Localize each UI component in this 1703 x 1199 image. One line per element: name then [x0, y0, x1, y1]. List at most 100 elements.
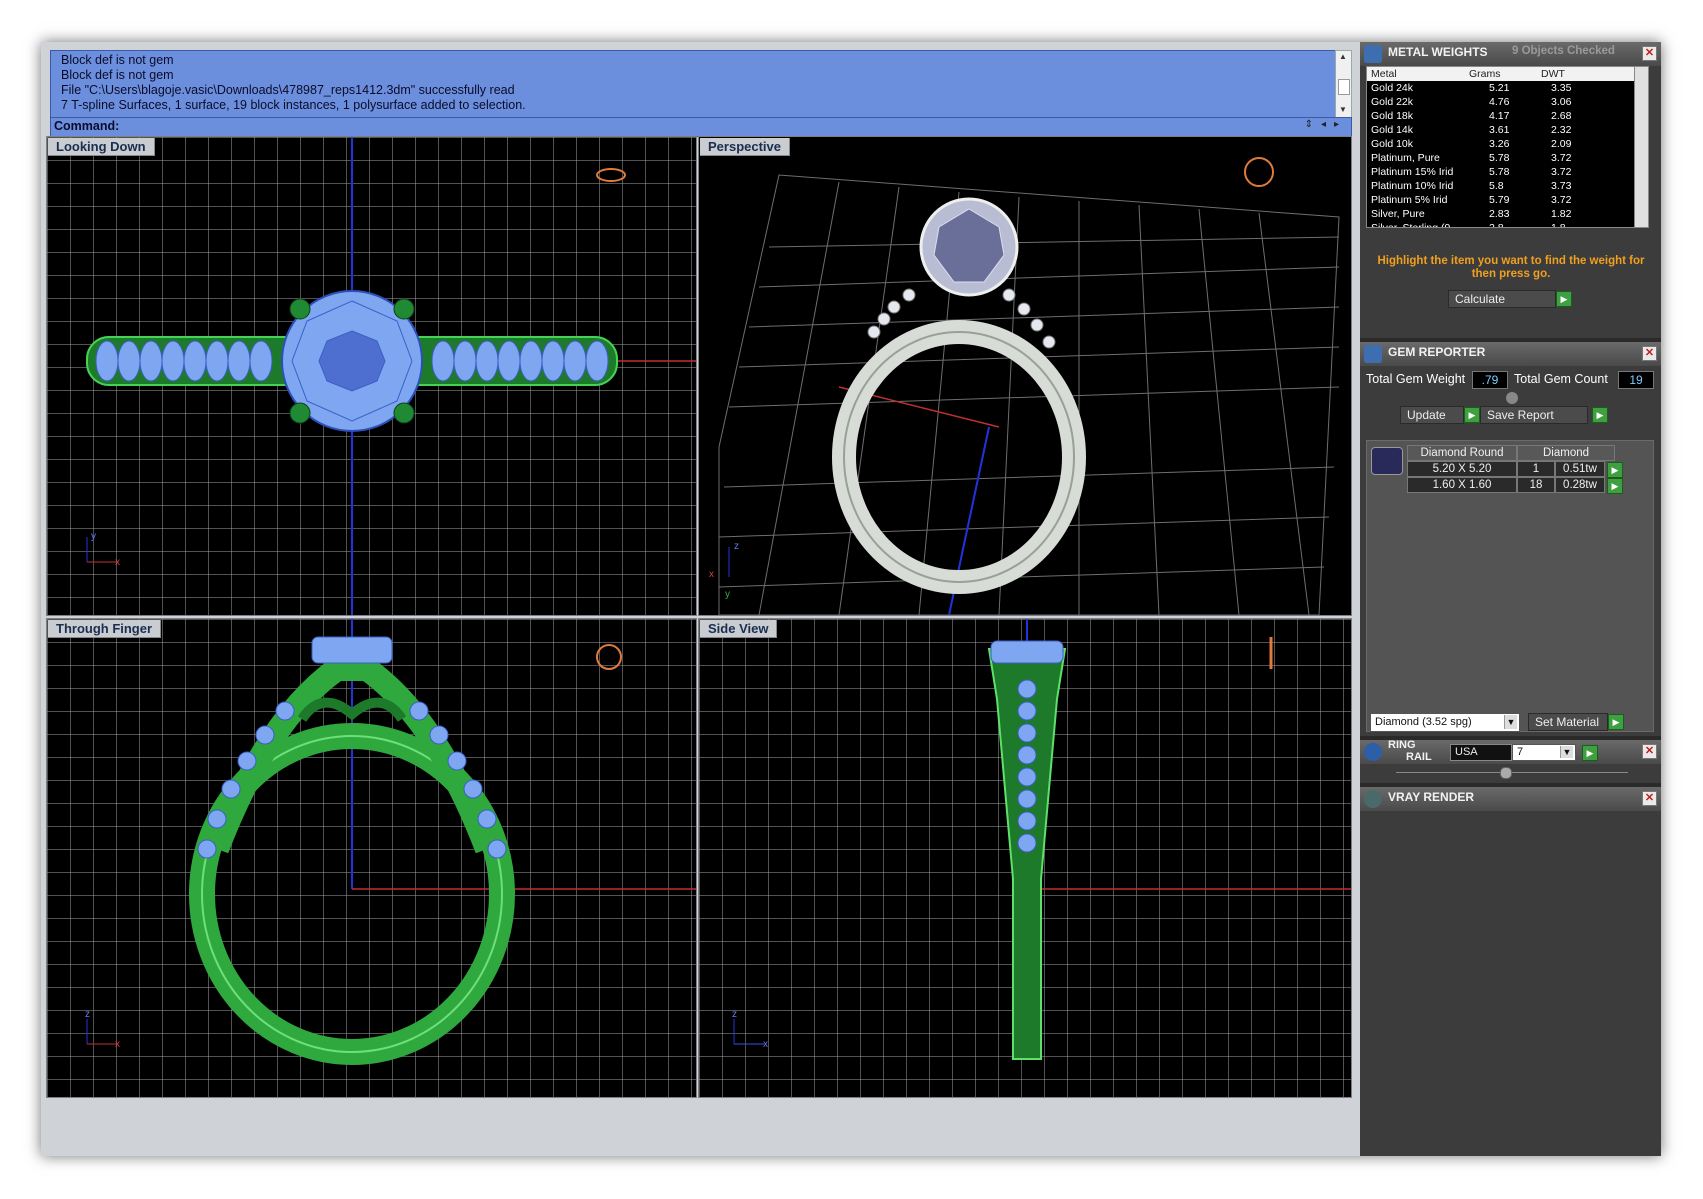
chevron-down-icon[interactable]: ▼ — [1560, 746, 1573, 758]
scroll-down-icon[interactable]: ▼ — [1339, 105, 1347, 114]
history-line: Block def is not gem — [61, 53, 174, 67]
table-row[interactable]: Platinum, Pure 5.78 3.72 — [1367, 151, 1635, 165]
chevron-down-icon[interactable]: ▼ — [1504, 715, 1517, 729]
ring-shank-render — [832, 320, 1086, 594]
table-cell-grams: 5.8 — [1489, 180, 1504, 192]
close-icon[interactable]: ✕ — [1642, 744, 1657, 759]
table-cell-metal: Platinum 5% Irid — [1371, 194, 1448, 206]
gem-row-go-button[interactable]: ▶ — [1607, 462, 1623, 478]
viewport-perspective[interactable]: Perspective z x y — [698, 136, 1352, 616]
viewport-side-view[interactable]: Side View z x — [698, 618, 1352, 1098]
table-cell-grams: 5.78 — [1489, 166, 1510, 178]
material-select[interactable]: Diamond (3.52 spg) ▼ — [1370, 713, 1520, 732]
scroll-thumb[interactable] — [1338, 79, 1350, 95]
table-row[interactable]: Gold 24k 5.21 3.35 — [1367, 81, 1635, 95]
update-dropdown[interactable]: Update — [1400, 406, 1464, 424]
table-cell-metal: Gold 24k — [1371, 82, 1414, 94]
table-cell-grams: 4.17 — [1489, 110, 1510, 122]
table-row[interactable]: Silver, Sterling (9... 2.8 1.8 — [1367, 221, 1635, 228]
calculate-dropdown[interactable]: Calculate — [1448, 290, 1556, 308]
command-input[interactable]: Command: ⇕◂▸ — [50, 117, 1352, 137]
vray-render-title: VRAY RENDER — [1388, 790, 1475, 804]
table-row[interactable]: Platinum 10% Irid 5.8 3.73 — [1367, 179, 1635, 193]
ring-rail-go-button[interactable]: ▶ — [1582, 745, 1598, 761]
axis-label: y — [91, 531, 96, 542]
table-cell-grams: 5.78 — [1489, 152, 1510, 164]
viewport-title[interactable]: Looking Down — [48, 138, 155, 156]
gem-cell-count[interactable]: 1 — [1517, 461, 1555, 477]
viewport-looking-down[interactable]: Looking Down y x — [46, 136, 697, 616]
viewport-title[interactable]: Perspective — [700, 138, 790, 156]
gem-cell-weight[interactable]: 0.28tw — [1555, 477, 1605, 493]
table-cell-metal: Gold 18k — [1371, 110, 1414, 122]
command-nav-icons[interactable]: ⇕◂▸ — [1305, 119, 1347, 130]
ring-rail-slider-handle[interactable] — [1500, 767, 1512, 779]
metal-weights-header[interactable]: METAL WEIGHTS 9 Objects Checked ✕ — [1360, 42, 1661, 66]
vray-icon — [1364, 790, 1382, 808]
gem-cell-size[interactable]: 5.20 X 5.20 — [1407, 461, 1517, 477]
set-material-button[interactable]: Set Material — [1528, 713, 1608, 731]
metal-weights-table[interactable]: Metal Grams DWT Gold 24k 5.21 3.35 Gold 22k… — [1366, 66, 1636, 228]
total-gem-weight-label: Total Gem Weight — [1366, 372, 1466, 386]
ring-rail-title: RING — [1388, 739, 1416, 751]
gem-cell-weight[interactable]: 0.51tw — [1555, 461, 1605, 477]
axis-label: x — [115, 557, 120, 568]
scroll-up-icon[interactable]: ▲ — [1339, 52, 1347, 61]
update-go-button[interactable]: ▶ — [1464, 407, 1480, 423]
view-orientation-icon — [596, 168, 626, 182]
objects-checked-status: 9 Objects Checked — [1512, 45, 1615, 57]
gem-row-go-button[interactable]: ▶ — [1607, 478, 1623, 494]
table-row[interactable]: Platinum 15% Irid 5.78 3.72 — [1367, 165, 1635, 179]
ring-region-select[interactable]: USA — [1450, 744, 1512, 761]
table-cell-metal: Gold 10k — [1371, 138, 1414, 150]
table-cell-dwt: 3.72 — [1551, 166, 1572, 178]
save-report-dropdown[interactable]: Save Report — [1480, 406, 1588, 424]
ring-rail-header[interactable]: RING RAIL USA 7 ▼ ▶ ✕ — [1360, 739, 1661, 764]
table-cell-dwt: 3.72 — [1551, 194, 1572, 206]
table-row[interactable]: Silver, Pure 2.83 1.82 — [1367, 207, 1635, 221]
table-row[interactable]: Gold 14k 3.61 2.32 — [1367, 123, 1635, 137]
gem-cell-count[interactable]: 18 — [1517, 477, 1555, 493]
close-icon[interactable]: ✕ — [1642, 46, 1657, 61]
axis-label: x — [115, 1039, 120, 1050]
command-history-scrollbar[interactable]: ▲ ▼ — [1335, 50, 1352, 118]
perspective-drawing: z x y — [709, 157, 1340, 615]
close-icon[interactable]: ✕ — [1642, 791, 1657, 806]
table-row[interactable]: Gold 18k 4.17 2.68 — [1367, 109, 1635, 123]
gem-cell-size[interactable]: 1.60 X 1.60 — [1407, 477, 1517, 493]
history-line: 7 T-spline Surfaces, 1 surface, 19 block… — [61, 98, 526, 112]
save-report-go-button[interactable]: ▶ — [1592, 407, 1608, 423]
table-row[interactable]: Platinum 5% Irid 5.79 3.72 — [1367, 193, 1635, 207]
ring-rail-slider-track[interactable] — [1396, 772, 1628, 773]
viewport-title[interactable]: Side View — [700, 620, 778, 638]
table-cell-grams: 5.21 — [1489, 82, 1510, 94]
metal-weights-title: METAL WEIGHTS — [1388, 45, 1488, 59]
side-view-drawing: z x — [732, 619, 1351, 1060]
hint-text: then press go. — [1471, 268, 1551, 280]
table-cell-grams: 3.26 — [1489, 138, 1510, 150]
viewport-through-finger[interactable]: Through Finger z x — [46, 618, 697, 1098]
table-cell-grams: 2.8 — [1489, 222, 1504, 228]
table-row[interactable]: Gold 10k 3.26 2.09 — [1367, 137, 1635, 151]
vray-render-header[interactable]: VRAY RENDER ✕ — [1360, 787, 1661, 811]
ring-size-select[interactable]: 7 ▼ — [1512, 744, 1576, 761]
axis-label: z — [85, 1009, 90, 1020]
close-icon[interactable]: ✕ — [1642, 346, 1657, 361]
column-header: DWT — [1541, 68, 1565, 80]
calculate-go-button[interactable]: ▶ — [1556, 291, 1572, 307]
table-cell-grams: 5.79 — [1489, 194, 1510, 206]
view-orientation-icon — [596, 644, 622, 670]
gem-reporter-header[interactable]: GEM REPORTER ✕ — [1360, 342, 1661, 366]
gem-reporter-icon — [1364, 345, 1382, 363]
metal-weights-scrollbar[interactable] — [1634, 66, 1649, 228]
table-cell-grams: 3.61 — [1489, 124, 1510, 136]
table-cell-metal: Platinum, Pure — [1371, 152, 1440, 164]
splitter-handle-icon[interactable] — [1506, 392, 1518, 404]
viewport-title[interactable]: Through Finger — [48, 620, 162, 638]
gem-report-table[interactable]: Diamond Round Diamond 5.20 X 5.20 1 0.51tw… — [1366, 440, 1654, 732]
table-cell-metal: Silver, Pure — [1371, 208, 1425, 220]
table-cell-metal: Platinum 10% Irid — [1371, 180, 1454, 192]
table-row[interactable]: Gold 22k 4.76 3.06 — [1367, 95, 1635, 109]
command-label: Command: — [54, 119, 120, 133]
set-material-go-button[interactable]: ▶ — [1608, 714, 1624, 730]
